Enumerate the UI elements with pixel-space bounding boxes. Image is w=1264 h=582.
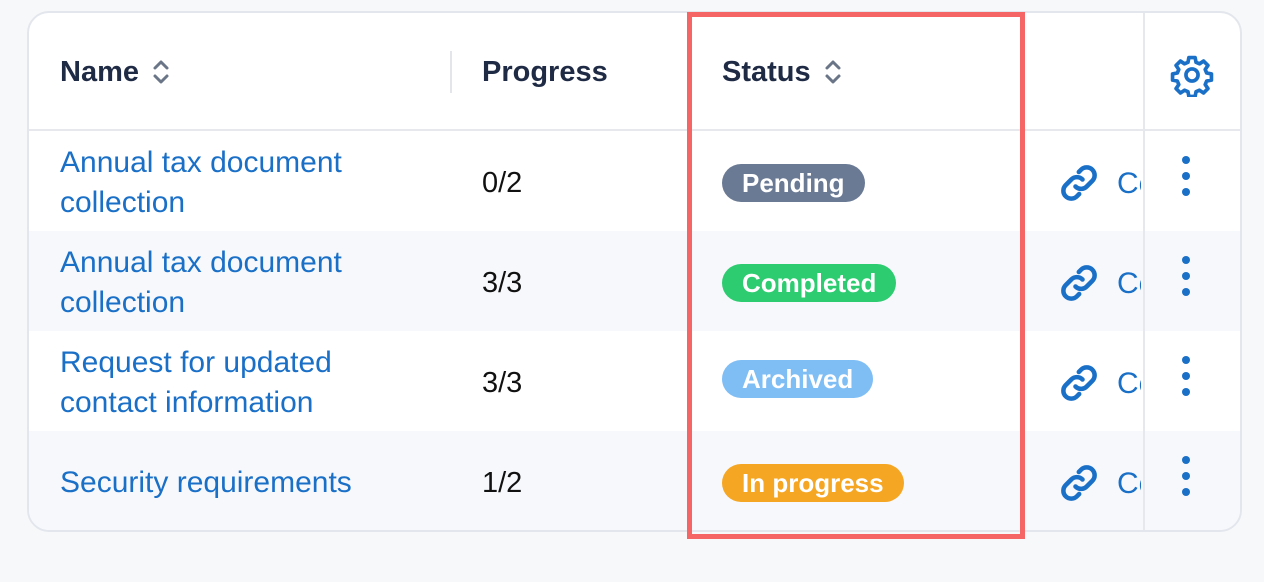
progress-value: 3/3 <box>482 267 523 299</box>
column-header-progress: Progress <box>482 13 608 131</box>
sticky-column-divider <box>1143 13 1145 530</box>
table-row[interactable]: Annual tax document collection 3/3 Compl… <box>29 231 1240 331</box>
link-icon[interactable] <box>1058 362 1100 404</box>
column-header-status-label: Status <box>722 55 811 88</box>
sort-icon[interactable] <box>151 57 171 87</box>
request-name-link[interactable]: Security requirements <box>60 463 420 503</box>
copy-link-label[interactable]: Co <box>1117 367 1141 401</box>
column-header-progress-label: Progress <box>482 55 608 88</box>
request-name-link[interactable]: Request for updated contact information <box>60 343 420 423</box>
table-row[interactable]: Request for updated contact information … <box>29 331 1240 431</box>
status-badge: Completed <box>722 264 897 302</box>
request-name-link[interactable]: Annual tax document collection <box>60 243 420 323</box>
requests-table: Name Progress Status Annual tax document… <box>27 11 1242 532</box>
sort-icon[interactable] <box>823 57 843 87</box>
column-divider[interactable] <box>450 51 452 93</box>
status-badge: Archived <box>722 360 874 398</box>
more-vertical-icon[interactable] <box>1176 453 1196 499</box>
link-icon[interactable] <box>1058 262 1100 304</box>
link-icon[interactable] <box>1058 462 1100 504</box>
more-vertical-icon[interactable] <box>1176 253 1196 299</box>
request-name-link[interactable]: Annual tax document collection <box>60 143 420 223</box>
more-vertical-icon[interactable] <box>1176 153 1196 199</box>
progress-value: 1/2 <box>482 467 523 499</box>
more-vertical-icon[interactable] <box>1176 353 1196 399</box>
status-badge: Pending <box>722 164 865 202</box>
table-row[interactable]: Security requirements 1/2 In progress Co <box>29 431 1240 530</box>
copy-link-label[interactable]: Co <box>1117 467 1141 501</box>
progress-value: 3/3 <box>482 367 523 399</box>
table-header: Name Progress Status <box>29 13 1240 131</box>
copy-link-label[interactable]: Co <box>1117 167 1141 201</box>
column-header-name-label: Name <box>60 55 139 88</box>
column-header-name[interactable]: Name <box>60 13 171 131</box>
column-header-status[interactable]: Status <box>722 13 843 131</box>
progress-value: 0/2 <box>482 167 523 199</box>
gear-icon[interactable] <box>1170 53 1214 97</box>
status-badge: In progress <box>722 464 904 502</box>
link-icon[interactable] <box>1058 162 1100 204</box>
table-row[interactable]: Annual tax document collection 0/2 Pendi… <box>29 131 1240 231</box>
copy-link-label[interactable]: Co <box>1117 267 1141 301</box>
